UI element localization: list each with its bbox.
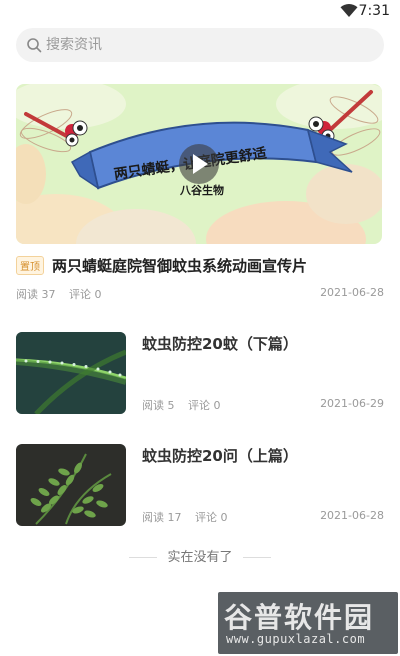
featured-title[interactable]: 两只蜻蜓庭院智御蚊虫系统动画宣传片 (52, 255, 307, 276)
divider (242, 557, 271, 558)
site-watermark: 谷普软件园 www.gupuxlazal.com (218, 592, 398, 654)
status-bar: 7:31 (0, 0, 400, 24)
read-count: 阅读 17 (142, 511, 182, 524)
comment-count: 评论 0 (195, 511, 228, 524)
wifi-icon (340, 4, 358, 17)
article-title[interactable]: 蚊虫防控20问（上篇） (142, 445, 298, 466)
article-date: 2021-06-28 (320, 509, 384, 522)
watermark-name: 谷普软件园 (224, 601, 375, 634)
featured-illustration: 两只蜻蜓，让庭院更舒适 八谷生物 (16, 84, 382, 244)
article-thumbnail[interactable] (16, 444, 126, 526)
featured-video-thumbnail[interactable]: 两只蜻蜓，让庭院更舒适 八谷生物 (16, 84, 382, 244)
article-meta: 阅读 5 评论 0 (142, 397, 231, 413)
read-count: 阅读 5 (142, 399, 175, 412)
featured-meta: 阅读 37 评论 0 (16, 286, 112, 302)
article-date: 2021-06-29 (320, 397, 384, 410)
banner-brand: 八谷生物 (179, 183, 224, 197)
divider (129, 557, 158, 558)
article-title[interactable]: 蚊虫防控20蚊（下篇） (142, 333, 298, 354)
comment-count: 评论 0 (188, 399, 221, 412)
end-of-list: 实在没有了 (0, 546, 400, 565)
search-icon (27, 38, 42, 53)
clock: 7:31 (358, 3, 390, 19)
search-bar[interactable] (16, 28, 384, 62)
watermark-url: www.gupuxlazal.com (226, 632, 366, 646)
article-meta: 阅读 17 评论 0 (142, 509, 238, 525)
play-icon[interactable] (179, 144, 219, 184)
read-count: 阅读 37 (16, 288, 56, 301)
article-thumbnail[interactable] (16, 332, 126, 414)
end-text: 实在没有了 (167, 550, 233, 565)
pinned-badge: 置顶 (16, 255, 44, 275)
featured-title-row[interactable]: 置顶 两只蜻蜓庭院智御蚊虫系统动画宣传片 (16, 254, 384, 276)
search-input[interactable] (46, 28, 366, 62)
featured-date: 2021-06-28 (320, 286, 384, 299)
comment-count: 评论 0 (69, 288, 102, 301)
